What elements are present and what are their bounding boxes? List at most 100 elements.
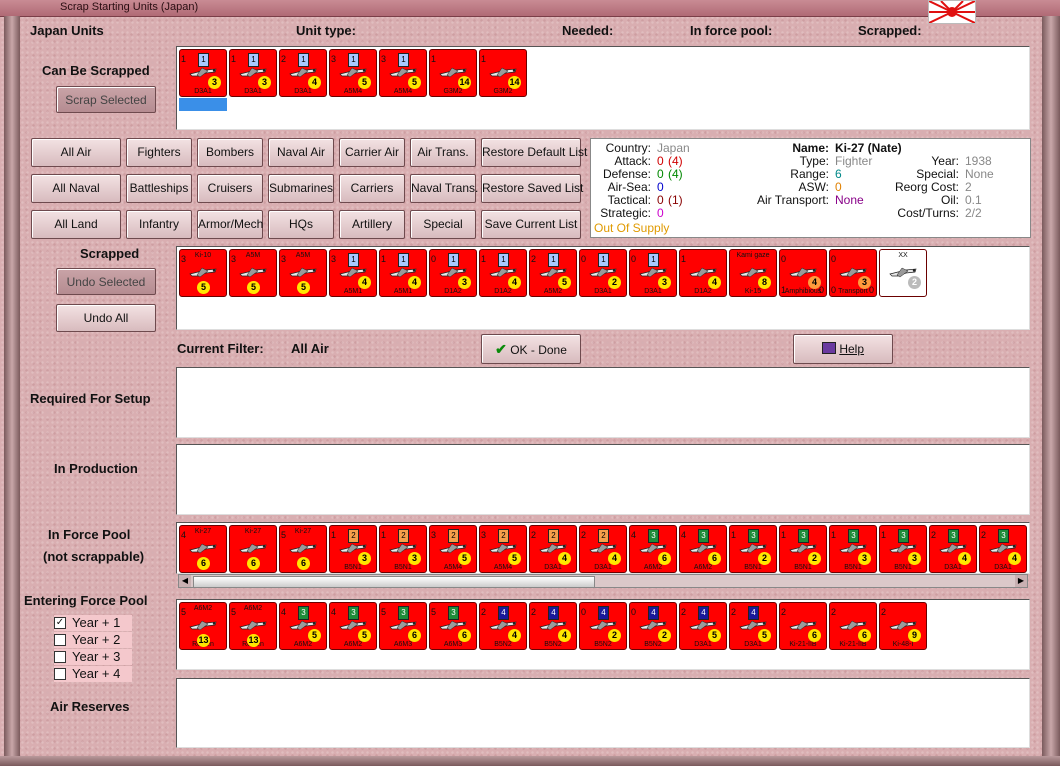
unit-counter[interactable]: XX 2 [879, 249, 927, 297]
unit-counter[interactable]: 1 1 D3A1 3 [229, 49, 277, 97]
unit-counter[interactable]: 3 A5M 5 [229, 249, 277, 297]
year-checkbox-4[interactable]: Year + 4 [54, 666, 132, 682]
filter-button-carriers[interactable]: Carriers [339, 174, 405, 203]
filter-button-special[interactable]: Special [410, 210, 476, 239]
checkbox-box[interactable] [54, 651, 66, 663]
filter-button-hqs[interactable]: HQs [268, 210, 334, 239]
unit-counter[interactable]: 4 Ki-27 6 [179, 525, 227, 573]
unit-counter[interactable]: 1 3 B5N1 2 [729, 525, 777, 573]
unit-counter[interactable]: 0 Transport 0 0 3 [829, 249, 877, 297]
unit-counter[interactable]: 4 3 A6M2 6 [679, 525, 727, 573]
unit-counter[interactable]: 2 3 D3A1 4 [929, 525, 977, 573]
filter-button-all-land[interactable]: All Land [31, 210, 121, 239]
filter-button-all-naval[interactable]: All Naval [31, 174, 121, 203]
unit-counter[interactable]: 1 2 B5N1 3 [329, 525, 377, 573]
unit-counter[interactable]: 0 Amphibious 1 0 4 [779, 249, 827, 297]
filter-button-bombers[interactable]: Bombers [197, 138, 263, 167]
unit-counter[interactable]: 5 3 A6M3 6 [429, 602, 477, 650]
filter-button-artillery[interactable]: Artillery [339, 210, 405, 239]
filter-button-all-air[interactable]: All Air [31, 138, 121, 167]
unit-counter[interactable]: 1 3 B5N1 3 [879, 525, 927, 573]
unit-counter[interactable]: 2 1 D3A1 4 [279, 49, 327, 97]
unit-counter[interactable]: 2 Ki-48-I 9 [879, 602, 927, 650]
scrollbar-thumb[interactable] [193, 576, 595, 588]
scrap-selected-button[interactable]: Scrap Selected [56, 86, 156, 113]
unit-counter[interactable]: 2 4 B5N2 4 [479, 602, 527, 650]
unit-counter[interactable]: 2 2 D3A1 4 [579, 525, 627, 573]
unit-counter[interactable]: 2 3 D3A1 4 [979, 525, 1027, 573]
filter-button-carrier-air[interactable]: Carrier Air [339, 138, 405, 167]
can-be-scrapped-pane[interactable]: 1 1 D3A1 3 1 1 D3A1 3 2 1 D3A1 4 3 1 A5M4 5 3 1 A5M4 5 1 G3M2… [176, 46, 1030, 130]
filter-button-naval-air[interactable]: Naval Air [268, 138, 334, 167]
unit-counter[interactable]: 1 1 D1A2 4 [479, 249, 527, 297]
unit-counter[interactable]: 4 3 A6M2 5 [329, 602, 377, 650]
undo-all-button[interactable]: Undo All [56, 304, 156, 332]
unit-counter[interactable]: 3 Ki-10 5 [179, 249, 227, 297]
unit-counter[interactable]: 2 4 B5N2 4 [529, 602, 577, 650]
year-checkbox-1[interactable]: ✓ Year + 1 [54, 615, 132, 631]
unit-counter[interactable]: 0 1 D3A1 2 [579, 249, 627, 297]
checkbox-box[interactable] [54, 668, 66, 680]
scroll-right-arrow-icon[interactable]: ▶ [1015, 575, 1027, 587]
ok-done-button[interactable]: ✔ OK - Done [481, 334, 581, 364]
scrapped-pane[interactable]: 3 Ki-10 5 3 A5M 5 3 A5M 5 3 1 A5M1 4 1 1 A5M1 4 0 1 D1A2 3 1 1… [176, 246, 1030, 330]
required-for-setup-pane[interactable] [176, 367, 1030, 438]
unit-counter[interactable]: 5 Ki-27 6 [279, 525, 327, 573]
undo-selected-button[interactable]: Undo Selected [56, 268, 156, 295]
unit-counter[interactable]: 2 2 D3A1 4 [529, 525, 577, 573]
unit-counter[interactable]: 1 2 B5N1 3 [379, 525, 427, 573]
checkbox-box[interactable]: ✓ [54, 617, 66, 629]
unit-counter[interactable]: 2 Ki-21-IIB 6 [829, 602, 877, 650]
unit-counter[interactable]: 1 3 B5N1 3 [829, 525, 877, 573]
unit-counter[interactable]: 0 1 D1A2 3 [429, 249, 477, 297]
entering-force-pool-pane[interactable]: 5A6M2Reisen135A6M2Reisen1343A6M2543A6M25… [176, 599, 1030, 670]
unit-counter[interactable]: 3 1 A5M4 5 [329, 49, 377, 97]
filter-button-armor-mech[interactable]: Armor/Mech [197, 210, 263, 239]
in-force-pool-pane[interactable]: 4 Ki-27 6 Ki-27 6 5 Ki-27 6 1 2 B5N1 3 1 2 B5N1 3 3 2 A5M4… [176, 522, 1030, 574]
unit-counter[interactable]: 2 Ki-21-IIB 6 [779, 602, 827, 650]
unit-counter[interactable]: 1 G3M2 14 [429, 49, 477, 97]
unit-counter[interactable]: Kami gaze Ki-15 8 [729, 249, 777, 297]
unit-counter[interactable]: 0 1 D3A1 3 [629, 249, 677, 297]
unit-counter[interactable]: 3 A5M 5 [279, 249, 327, 297]
force-pool-scrollbar[interactable]: ◀ ▶ [178, 574, 1028, 588]
unit-counter[interactable]: 4 3 A6M2 6 [629, 525, 677, 573]
filter-button-infantry[interactable]: Infantry [126, 210, 192, 239]
unit-counter[interactable]: 1 G3M2 14 [479, 49, 527, 97]
unit-counter[interactable]: 4 3 A6M2 5 [279, 602, 327, 650]
unit-counter[interactable]: 1 1 D3A1 3 [179, 49, 227, 97]
unit-counter[interactable]: 3 1 A5M4 5 [379, 49, 427, 97]
year-checkbox-3[interactable]: Year + 3 [54, 649, 132, 665]
filter-button-save-current-list[interactable]: Save Current List [481, 210, 581, 239]
title-bar[interactable]: Scrap Starting Units (Japan) [0, 0, 1060, 17]
unit-counter[interactable]: 3 1 A5M1 4 [329, 249, 377, 297]
filter-button-restore-saved-list[interactable]: Restore Saved List [481, 174, 583, 203]
unit-counter[interactable]: 2 4 D3A1 5 [729, 602, 777, 650]
filter-button-submarines[interactable]: Submarines [268, 174, 334, 203]
help-button[interactable]: Help [793, 334, 893, 364]
scroll-left-arrow-icon[interactable]: ◀ [179, 575, 191, 587]
filter-button-naval-trans-[interactable]: Naval Trans. [410, 174, 478, 203]
unit-counter[interactable]: 3 2 A5M4 5 [429, 525, 477, 573]
unit-counter[interactable]: Ki-27 6 [229, 525, 277, 573]
filter-button-battleships[interactable]: Battleships [126, 174, 192, 203]
unit-counter[interactable]: 5 3 A6M3 6 [379, 602, 427, 650]
unit-counter[interactable]: 3 2 A5M4 5 [479, 525, 527, 573]
unit-counter[interactable]: 0 4 B5N2 2 [579, 602, 627, 650]
unit-counter[interactable]: 1 D1A2 4 [679, 249, 727, 297]
unit-counter[interactable]: 5A6M2Reisen13 [179, 602, 227, 650]
unit-counter[interactable]: 2 1 A5M2 5 [529, 249, 577, 297]
filter-button-air-trans-[interactable]: Air Trans. [410, 138, 476, 167]
unit-counter[interactable]: 5A6M2Reisen13 [229, 602, 277, 650]
unit-counter[interactable]: 0 4 B5N2 2 [629, 602, 677, 650]
unit-counter[interactable]: 1 1 A5M1 4 [379, 249, 427, 297]
unit-counter[interactable]: 1 3 B5N1 2 [779, 525, 827, 573]
air-reserves-pane[interactable] [176, 678, 1030, 748]
year-checkbox-2[interactable]: Year + 2 [54, 632, 132, 648]
in-production-pane[interactable] [176, 444, 1030, 515]
checkbox-box[interactable] [54, 634, 66, 646]
filter-button-cruisers[interactable]: Cruisers [197, 174, 263, 203]
filter-button-restore-default-list[interactable]: Restore Default List [481, 138, 587, 167]
filter-button-fighters[interactable]: Fighters [126, 138, 192, 167]
unit-counter[interactable]: 2 4 D3A1 5 [679, 602, 727, 650]
